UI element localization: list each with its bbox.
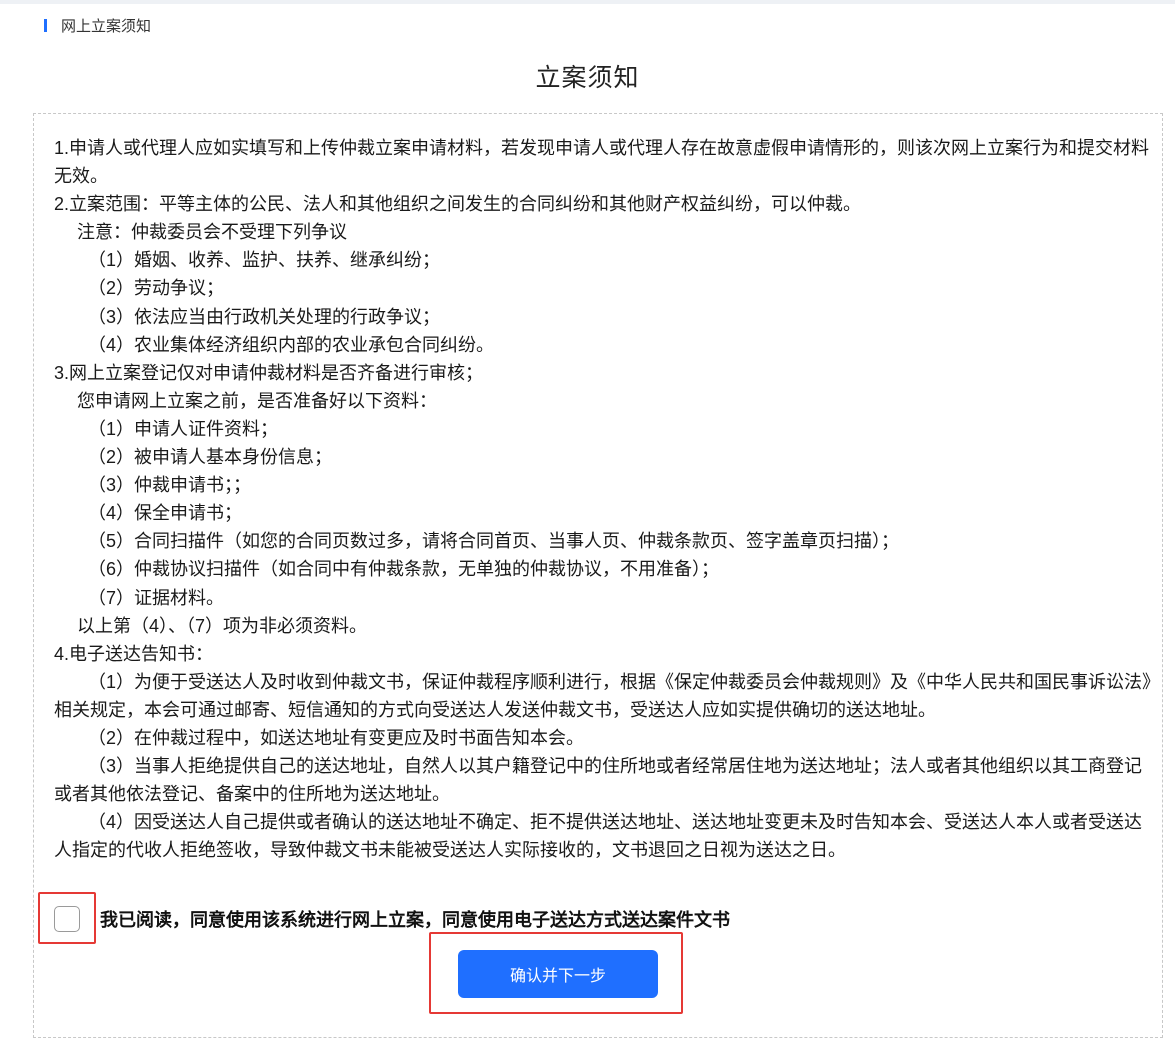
notice-item-4: 4.电子送达告知书： bbox=[54, 643, 214, 664]
breadcrumb-label: 网上立案须知 bbox=[61, 17, 152, 35]
notice-service-3: （3）当事人拒绝提供自己的送达地址，自然人以其户籍登记中的住所地或者经常居住地为… bbox=[54, 756, 1143, 805]
breadcrumb-accent-bar bbox=[44, 18, 47, 32]
notice-excluded-3: （3）依法应当由行政机关处理的行政争议； bbox=[88, 306, 441, 327]
consent-checkbox[interactable] bbox=[54, 906, 80, 932]
notice-item-1: 1.申请人或代理人应如实填写和上传仲裁立案申请材料，若发现申请人或代理人存在故意… bbox=[54, 138, 1150, 187]
notice-prep-intro: 您申请网上立案之前，是否准备好以下资料： bbox=[77, 390, 437, 411]
notice-body: 1.申请人或代理人应如实填写和上传仲裁立案申请材料，若发现申请人或代理人存在故意… bbox=[54, 134, 1154, 864]
notice-service-1: （1）为便于受送达人及时收到仲裁文书，保证仲裁程序顺利进行，根据《保定仲裁委员会… bbox=[54, 671, 1152, 720]
notice-prep-2: （2）被申请人基本身份信息； bbox=[88, 447, 333, 468]
notice-service-2: （2）在仲裁过程中，如送达地址有变更应及时书面告知本会。 bbox=[88, 727, 585, 748]
notice-prep-7: （7）证据材料。 bbox=[88, 587, 225, 608]
notice-excluded-2: （2）劳动争议； bbox=[88, 278, 225, 299]
breadcrumb: 网上立案须知 bbox=[44, 14, 151, 36]
consent-label: 我已阅读，同意使用该系统进行网上立案，同意使用电子送达方式送达案件文书 bbox=[100, 910, 730, 930]
notice-item-2: 2.立案范围：平等主体的公民、法人和其他组织之间发生的合同纠纷和其他财产权益纠纷… bbox=[54, 194, 862, 215]
notice-prep-note: 以上第（4）、（7）项为非必须资料。 bbox=[77, 615, 368, 636]
notice-prep-1: （1）申请人证件资料； bbox=[88, 418, 279, 439]
notice-note: 注意：仲裁委员会不受理下列争议 bbox=[77, 222, 347, 243]
notice-excluded-1: （1）婚姻、收养、监护、扶养、继承纠纷； bbox=[88, 250, 441, 271]
confirm-next-button[interactable]: 确认并下一步 bbox=[458, 950, 658, 998]
notice-item-3: 3.网上立案登记仅对申请仲裁材料是否齐备进行审核； bbox=[54, 362, 484, 383]
notice-prep-5: （5）合同扫描件（如您的合同页数过多，请将合同首页、当事人页、仲裁条款页、签字盖… bbox=[88, 531, 900, 552]
notice-prep-4: （4）保全申请书； bbox=[88, 503, 243, 524]
notice-excluded-4: （4）农业集体经济组织内部的农业承包合同纠纷。 bbox=[88, 334, 495, 355]
page-title: 立案须知 bbox=[535, 64, 640, 92]
notice-prep-6: （6）仲裁协议扫描件（如合同中有仲裁条款，无单独的仲裁协议，不用准备）； bbox=[88, 559, 720, 580]
notice-prep-3: （3）仲裁申请书；； bbox=[88, 475, 252, 496]
top-strip bbox=[0, 0, 1175, 4]
notice-service-4: （4）因受送达人自己提供或者确认的送达地址不确定、拒不提供送达地址、送达地址变更… bbox=[54, 812, 1143, 861]
